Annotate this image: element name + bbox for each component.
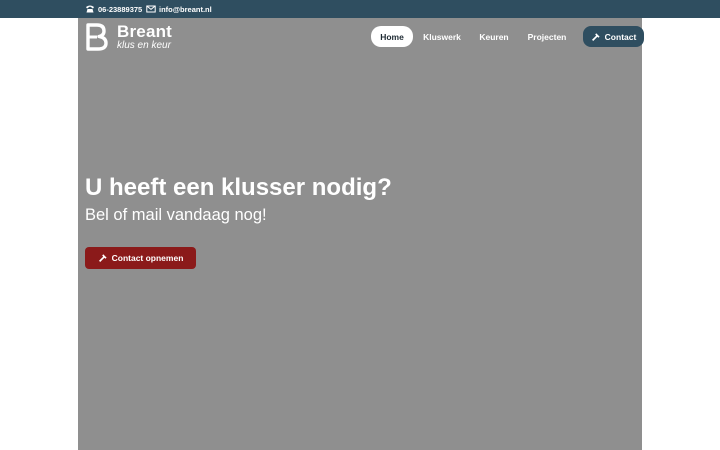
phone-link[interactable]: 06-23889375 (85, 0, 142, 18)
hammer-icon (591, 32, 601, 42)
site-logo[interactable]: Breant klus en keur (85, 22, 172, 52)
email-address: info@breant.nl (159, 4, 212, 14)
nav-contact-label: Contact (604, 31, 637, 42)
nav-contact-button[interactable]: Contact (583, 26, 644, 47)
hero-section (78, 18, 642, 450)
logo-mark-icon (86, 23, 108, 51)
nav-item-kluswerk[interactable]: Kluswerk (418, 26, 466, 47)
nav-item-home[interactable]: Home (371, 26, 413, 47)
email-link[interactable]: info@breant.nl (146, 0, 212, 18)
logo-name: Breant (117, 22, 173, 41)
cta-label: Contact opnemen (111, 253, 184, 263)
mail-icon (146, 4, 156, 14)
nav-item-keuren[interactable]: Keuren (474, 26, 514, 47)
phone-number: 06-23889375 (98, 4, 143, 14)
hero-headline: U heeft een klusser nodig? (85, 174, 392, 201)
hero-subline: Bel of mail vandaag nog! (85, 206, 267, 224)
hammer-icon (98, 253, 108, 263)
contact-cta-button[interactable]: Contact opnemen (85, 247, 196, 269)
nav-item-projecten[interactable]: Projecten (522, 26, 572, 47)
phone-icon (85, 4, 95, 14)
top-contact-bar: 06-23889375 info@breant.nl (0, 0, 720, 18)
logo-tagline: klus en keur (117, 40, 171, 51)
